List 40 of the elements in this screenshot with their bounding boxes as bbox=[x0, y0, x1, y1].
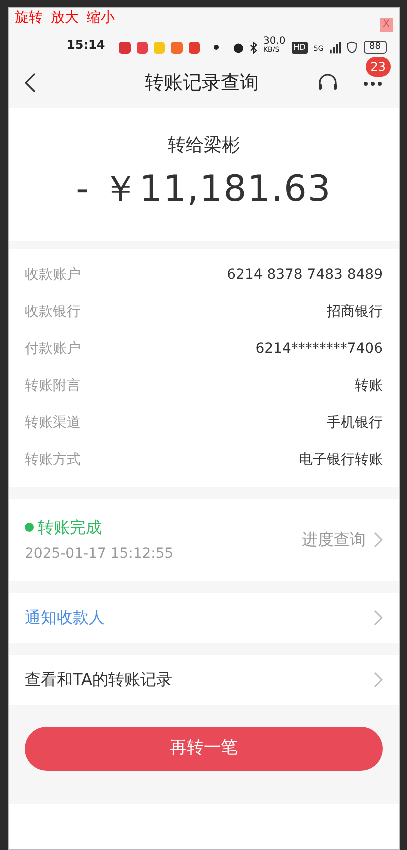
hd-label: HD bbox=[292, 42, 308, 54]
detail-label: 付款账户 bbox=[25, 340, 81, 359]
detail-value: 6214********7406 bbox=[256, 340, 383, 359]
tool-link[interactable]: 放大 bbox=[51, 8, 79, 29]
detail-label: 转账渠道 bbox=[25, 414, 81, 433]
status-time: 15:14 bbox=[67, 37, 106, 54]
notification-badge: 23 bbox=[366, 56, 391, 77]
chevron-icon bbox=[374, 532, 383, 548]
close-button[interactable]: X bbox=[380, 18, 393, 32]
back-icon[interactable] bbox=[25, 73, 37, 93]
detail-value: 电子银行转账 bbox=[299, 451, 383, 470]
row-label: 查看和TA的转账记录 bbox=[25, 669, 172, 691]
status-text: 转账完成 bbox=[38, 516, 102, 538]
recipient-label: 转给梁彬 bbox=[167, 134, 241, 158]
more-icon[interactable] bbox=[363, 80, 383, 87]
battery-level: 88 bbox=[364, 41, 387, 54]
network-speed: 30.0 bbox=[263, 37, 286, 47]
detail-label: 收款账户 bbox=[25, 266, 81, 285]
transfer-again-button[interactable]: 再转一笔 bbox=[25, 727, 383, 771]
chevron-icon bbox=[374, 672, 383, 688]
detail-value: 手机银行 bbox=[327, 414, 383, 433]
status-time: 2025-01-17 15:12:55 bbox=[25, 544, 174, 564]
progress-query-link[interactable]: 进度查询 bbox=[302, 528, 366, 552]
tool-link[interactable]: 旋转 bbox=[15, 8, 43, 29]
detail-label: 收款银行 bbox=[25, 303, 81, 322]
amount: - ￥11,181.63 bbox=[75, 168, 333, 212]
detail-value: 招商银行 bbox=[327, 303, 383, 322]
signal-icon bbox=[330, 42, 342, 54]
detail-label: 转账附言 bbox=[25, 377, 81, 396]
page-title: 转账记录查询 bbox=[144, 70, 260, 96]
tool-link[interactable]: 缩小 bbox=[87, 8, 115, 29]
chevron-icon bbox=[374, 610, 383, 626]
list-row[interactable]: 查看和TA的转账记录 bbox=[9, 655, 399, 705]
row-label: 通知收款人 bbox=[25, 607, 105, 629]
detail-label: 转账方式 bbox=[25, 451, 81, 470]
detail-value: 6214 8378 7483 8489 bbox=[227, 266, 383, 285]
list-row[interactable]: 通知收款人 bbox=[9, 593, 399, 643]
shield-icon bbox=[347, 41, 358, 54]
detail-value: 转账 bbox=[355, 377, 383, 396]
bluetooth-icon bbox=[250, 42, 258, 54]
